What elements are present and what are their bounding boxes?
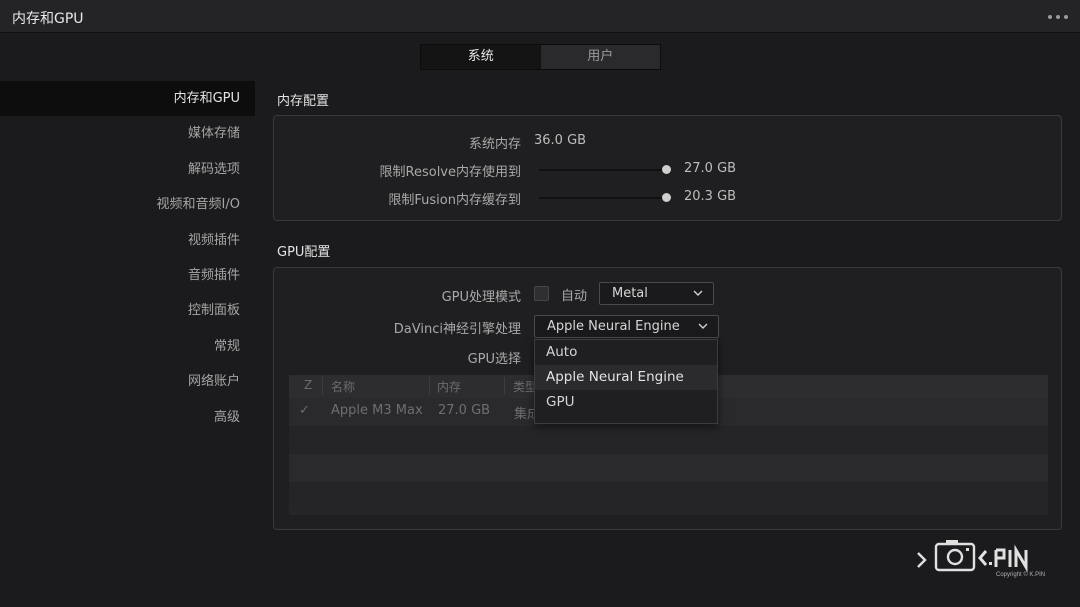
- gpu-auto-checkbox[interactable]: [534, 286, 549, 301]
- resolve-limit-value: 27.0 GB: [684, 161, 737, 176]
- neural-engine-label: DaVinci神经引擎处理: [393, 322, 521, 337]
- gpu-select-label: GPU选择: [467, 352, 521, 367]
- fusion-limit-slider-knob[interactable]: [662, 193, 671, 202]
- resolve-limit-label: 限制Resolve内存使用到: [379, 165, 521, 180]
- menu-item-auto[interactable]: Auto: [535, 340, 717, 365]
- window-title: 内存和GPU: [12, 11, 84, 27]
- menu-item-apple-neural-engine[interactable]: Apple Neural Engine: [535, 365, 717, 390]
- sidebar-item-media-storage[interactable]: 媒体存储: [0, 116, 255, 151]
- gpu-mode-dropdown[interactable]: Metal: [599, 282, 714, 305]
- sidebar-item-decode-options[interactable]: 解码选项: [0, 152, 255, 187]
- chevron-down-icon: [693, 289, 703, 297]
- table-row-empty: [289, 482, 1048, 510]
- sidebar-item-audio-plugins[interactable]: 音频插件: [0, 258, 255, 293]
- neural-engine-dropdown-menu: Auto Apple Neural Engine GPU: [534, 339, 718, 424]
- fusion-limit-slider[interactable]: [539, 197, 667, 199]
- tab-system[interactable]: 系统: [421, 45, 541, 69]
- gpu-row-memory: 27.0 GB: [438, 403, 491, 418]
- sidebar-item-memory-gpu[interactable]: 内存和GPU: [0, 81, 255, 117]
- sidebar-item-video-plugins[interactable]: 视频插件: [0, 223, 255, 258]
- sidebar-item-general[interactable]: 常规: [0, 329, 255, 364]
- table-row-empty: [289, 426, 1048, 454]
- memory-panel: 系统内存 36.0 GB 限制Resolve内存使用到 27.0 GB 限制Fu…: [273, 115, 1062, 221]
- fusion-limit-label: 限制Fusion内存缓存到: [388, 193, 521, 208]
- sidebar-item-video-audio-io[interactable]: 视频和音频I/O: [0, 187, 255, 222]
- column-divider: [322, 377, 323, 395]
- gpu-section-title: GPU配置: [277, 245, 331, 260]
- gpu-mode-value: Metal: [612, 286, 648, 301]
- neural-engine-value: Apple Neural Engine: [547, 319, 680, 334]
- resolve-limit-slider[interactable]: [539, 169, 667, 171]
- column-divider: [429, 377, 430, 395]
- column-header-select[interactable]: Z: [304, 378, 312, 392]
- neural-engine-dropdown[interactable]: Apple Neural Engine: [534, 315, 719, 338]
- column-header-name[interactable]: 名称: [331, 378, 355, 395]
- column-divider: [504, 377, 505, 395]
- tab-user[interactable]: 用户: [541, 45, 661, 69]
- system-memory-value: 36.0 GB: [534, 133, 587, 148]
- column-header-memory[interactable]: 内存: [437, 378, 461, 395]
- chevron-down-icon: [698, 322, 708, 330]
- sidebar-item-advanced[interactable]: 高级: [0, 400, 255, 435]
- resolve-limit-slider-knob[interactable]: [662, 165, 671, 174]
- system-memory-label: 系统内存: [468, 137, 521, 152]
- gpu-row-check-icon[interactable]: ✓: [299, 403, 310, 418]
- sidebar-item-control-panels[interactable]: 控制面板: [0, 293, 255, 328]
- fusion-limit-value: 20.3 GB: [684, 189, 737, 204]
- gpu-row-name: Apple M3 Max: [331, 403, 423, 418]
- gpu-auto-label: 自动: [561, 289, 588, 304]
- memory-section-title: 内存配置: [277, 94, 330, 109]
- title-bar: 内存和GPU: [0, 0, 1080, 33]
- sidebar-item-internet-accounts[interactable]: 网络账户: [0, 364, 255, 399]
- more-options-icon[interactable]: [1048, 15, 1068, 19]
- scope-tabs: 系统 用户: [420, 44, 661, 70]
- watermark-copyright: Copyright © K.PIN: [996, 572, 1046, 578]
- table-row-empty: [289, 454, 1048, 482]
- gpu-mode-label: GPU处理模式: [441, 290, 521, 305]
- sidebar: 内存和GPU 媒体存储 解码选项 视频和音频I/O 视频插件 音频插件 控制面板…: [0, 81, 255, 435]
- menu-item-gpu[interactable]: GPU: [535, 390, 717, 415]
